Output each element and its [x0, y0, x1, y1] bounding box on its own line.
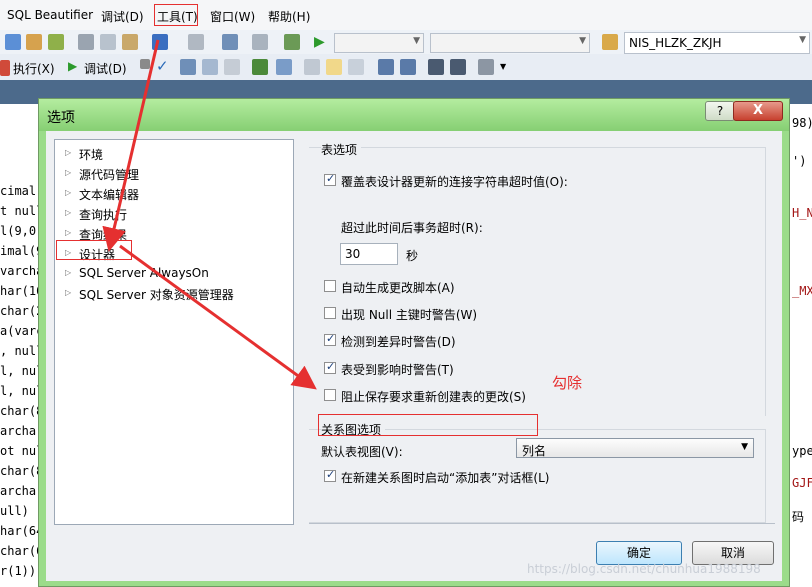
watermark-text: https://blog.csdn.net/chunhua1988198 [527, 562, 761, 576]
annotation-arrows [102, 39, 317, 390]
arrow-tools-to-designers [102, 39, 160, 252]
arrow-designers-to-option [119, 244, 317, 390]
